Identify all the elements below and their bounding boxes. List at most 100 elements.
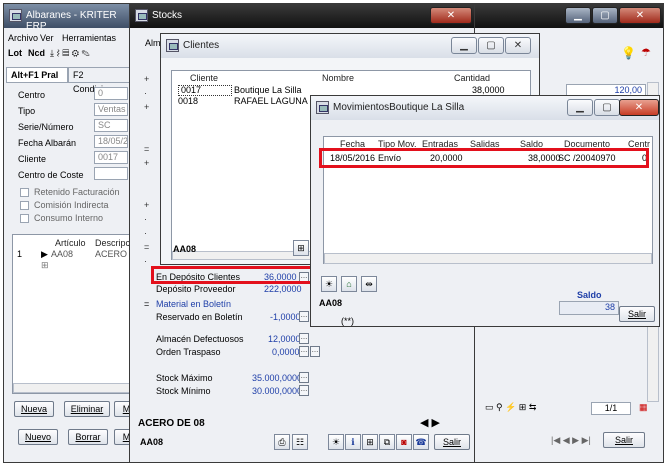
stocks-salir-button[interactable]: Salir bbox=[434, 434, 470, 450]
stocks-code: AA08 bbox=[140, 437, 164, 447]
clientes-header-cantidad: Cantidad bbox=[454, 73, 491, 83]
tab-condiciones[interactable]: F2 Condiciones bbox=[68, 67, 137, 94]
clientes-row-0-nombre[interactable]: Boutique La Silla bbox=[234, 85, 302, 95]
phone-icon[interactable]: ☎ bbox=[413, 434, 429, 450]
clientes-minimize-button[interactable]: ▁ bbox=[451, 37, 477, 54]
defectuosos-detail-button[interactable]: … bbox=[299, 333, 309, 344]
centro-coste-field[interactable] bbox=[94, 167, 128, 180]
highlight-deposito-clientes bbox=[151, 266, 315, 284]
reservado-detail-button[interactable]: … bbox=[299, 311, 309, 322]
stocks-close-button[interactable]: ✕ bbox=[430, 7, 472, 24]
material-boletin-label: Material en Boletín bbox=[156, 299, 232, 309]
almacen-defectuosos-value: 12,0000 bbox=[268, 334, 301, 344]
tipo-label: Tipo bbox=[18, 106, 36, 116]
clientes-row-1-nombre[interactable]: RAFAEL LAGUNA bbox=[234, 96, 308, 106]
serie-label: Serie/Número bbox=[18, 122, 74, 132]
cliente-label: Cliente bbox=[18, 154, 47, 164]
mov-warehouse-icon[interactable]: ⌂ bbox=[341, 276, 357, 292]
nuevo-button[interactable]: Nuevo bbox=[18, 429, 58, 445]
clientes-tree-icon[interactable]: ⊞ bbox=[293, 240, 309, 256]
toolbar-lot-button[interactable]: Lot bbox=[8, 48, 22, 58]
minimize-button[interactable]: ▁ bbox=[565, 7, 591, 24]
fecha-field[interactable]: 18/05/20 bbox=[94, 135, 128, 148]
clientes-row-1-cliente[interactable]: 0018 bbox=[178, 96, 198, 106]
clientes-close-button[interactable]: ✕ bbox=[505, 37, 531, 54]
clientes-row-0-cantidad[interactable]: 38,0000 bbox=[472, 85, 505, 95]
stock-maximo-detail-button[interactable]: … bbox=[299, 372, 309, 383]
exit-icon[interactable]: ☂ bbox=[641, 46, 651, 59]
consumo-checkbox[interactable] bbox=[20, 214, 29, 223]
borrar-button[interactable]: Borrar bbox=[68, 429, 108, 445]
movimientos-titlebar: MovimientosBoutique La Silla ▁ ▢ ✕ bbox=[311, 96, 659, 120]
tab-pral[interactable]: Alt+F1 Pral bbox=[6, 67, 68, 83]
maximize-button[interactable]: ▢ bbox=[592, 7, 618, 24]
grid-hscrollbar[interactable] bbox=[13, 383, 135, 393]
toolbar-icons[interactable]: ⤓ ⌇ ▤ ⚙ ✎ bbox=[50, 48, 90, 59]
centro-field[interactable]: 0 bbox=[94, 87, 128, 100]
serie-field[interactable]: SC bbox=[94, 119, 128, 132]
reservado-boletin-value: -1,0000 bbox=[270, 312, 301, 322]
articulo-description: ACERO DE 08 bbox=[138, 418, 205, 429]
grid-row-num: 1 bbox=[17, 249, 23, 259]
stock-minimo-label: Stock Mínimo bbox=[156, 386, 211, 396]
nav-icons[interactable]: ▭ ⚲ ⚡ ⊞ ⇆ bbox=[485, 402, 536, 413]
app-icon bbox=[316, 101, 329, 114]
menu-ver[interactable]: Ver bbox=[40, 33, 54, 43]
tree-icon[interactable]: ☷ bbox=[292, 434, 308, 450]
mov-lightbulb-icon[interactable]: ☀ bbox=[321, 276, 337, 292]
retenido-label: Retenido Facturación bbox=[34, 187, 120, 197]
centro-coste-label: Centro de Coste bbox=[18, 170, 84, 180]
right-salir-button[interactable]: Salir bbox=[603, 432, 645, 448]
albaranes-window: Albaranes - KRITER ERP Archivo Ver Herra… bbox=[3, 3, 138, 463]
albaranes-titlebar: Albaranes - KRITER ERP bbox=[4, 4, 137, 32]
cliente-field[interactable]: 0017 bbox=[94, 151, 128, 164]
app-icon bbox=[135, 9, 148, 22]
lightbulb-icon[interactable]: 💡 bbox=[621, 46, 636, 60]
comision-label: Comisión Indirecta bbox=[34, 200, 109, 210]
tipo-field[interactable]: Ventas bbox=[94, 103, 128, 116]
mov-maximize-button[interactable]: ▢ bbox=[594, 99, 620, 116]
orden-traspaso-label: Orden Traspaso bbox=[156, 347, 221, 357]
expand-icon[interactable]: ⊞ bbox=[41, 260, 49, 271]
traspaso-detail-button[interactable]: … bbox=[299, 346, 309, 357]
mov-salir-button[interactable]: Salir bbox=[619, 306, 655, 322]
saldo-label: Saldo bbox=[577, 290, 602, 300]
page-indicator[interactable]: 1/1 bbox=[591, 402, 631, 415]
clientes-row-0-cliente[interactable]: 0017 bbox=[178, 85, 232, 96]
lightbulb-icon[interactable]: ☀ bbox=[328, 434, 344, 450]
record-navigator[interactable]: |◀ ◀ ▶ ▶| bbox=[551, 435, 591, 446]
menu-archivo[interactable]: Archivo bbox=[8, 33, 38, 43]
toolbar-ncd-button[interactable]: Ncd bbox=[28, 48, 45, 58]
mov-hscrollbar[interactable] bbox=[324, 253, 652, 264]
grid-row-articulo[interactable]: AA08 bbox=[51, 249, 73, 259]
comision-checkbox[interactable] bbox=[20, 201, 29, 210]
clientes-code: AA08 bbox=[173, 244, 197, 254]
clientes-header-nombre: Nombre bbox=[322, 73, 355, 83]
traspaso-detail-button-2[interactable]: … bbox=[310, 346, 320, 357]
hierarchy-icon[interactable]: ⊞ bbox=[362, 434, 378, 450]
clientes-header-cliente: Cliente bbox=[190, 73, 219, 83]
clientes-maximize-button[interactable]: ▢ bbox=[478, 37, 504, 54]
albaranes-title: Albaranes - KRITER ERP bbox=[26, 10, 117, 32]
close-button[interactable]: ✕ bbox=[619, 7, 661, 24]
mov-columns-icon[interactable]: ⇹ bbox=[361, 276, 377, 292]
camera-icon[interactable]: ◙ bbox=[396, 434, 412, 450]
lineas-grid[interactable]: Artículo Descripción 1 ▶ AA08 ACERO 0 ⊞ bbox=[12, 234, 137, 394]
stocks-titlebar: Stocks ✕ bbox=[130, 4, 474, 28]
grid-icon[interactable]: ▦ bbox=[639, 402, 648, 413]
retenido-checkbox[interactable] bbox=[20, 188, 29, 197]
stock-maximo-label: Stock Máximo bbox=[156, 373, 213, 383]
print-icon[interactable]: ⎙ bbox=[274, 434, 290, 450]
nueva-button[interactable]: Nueva bbox=[14, 401, 54, 417]
mov-minimize-button[interactable]: ▁ bbox=[567, 99, 593, 116]
row-pointer-icon: ▶ bbox=[41, 249, 48, 259]
deposito-proveedor-value: 222,0000 bbox=[264, 284, 302, 294]
eliminar-button[interactable]: Eliminar bbox=[64, 401, 110, 417]
info-icon[interactable]: ℹ bbox=[345, 434, 361, 450]
prev-next-arrows[interactable]: ◀ ▶ bbox=[420, 416, 440, 429]
centro-label: Centro bbox=[18, 90, 46, 100]
mov-close-button[interactable]: ✕ bbox=[619, 99, 659, 116]
structure-icon[interactable]: ⧉ bbox=[379, 434, 395, 450]
menu-herramientas[interactable]: Herramientas bbox=[62, 33, 116, 43]
stock-minimo-detail-button[interactable]: … bbox=[299, 385, 309, 396]
